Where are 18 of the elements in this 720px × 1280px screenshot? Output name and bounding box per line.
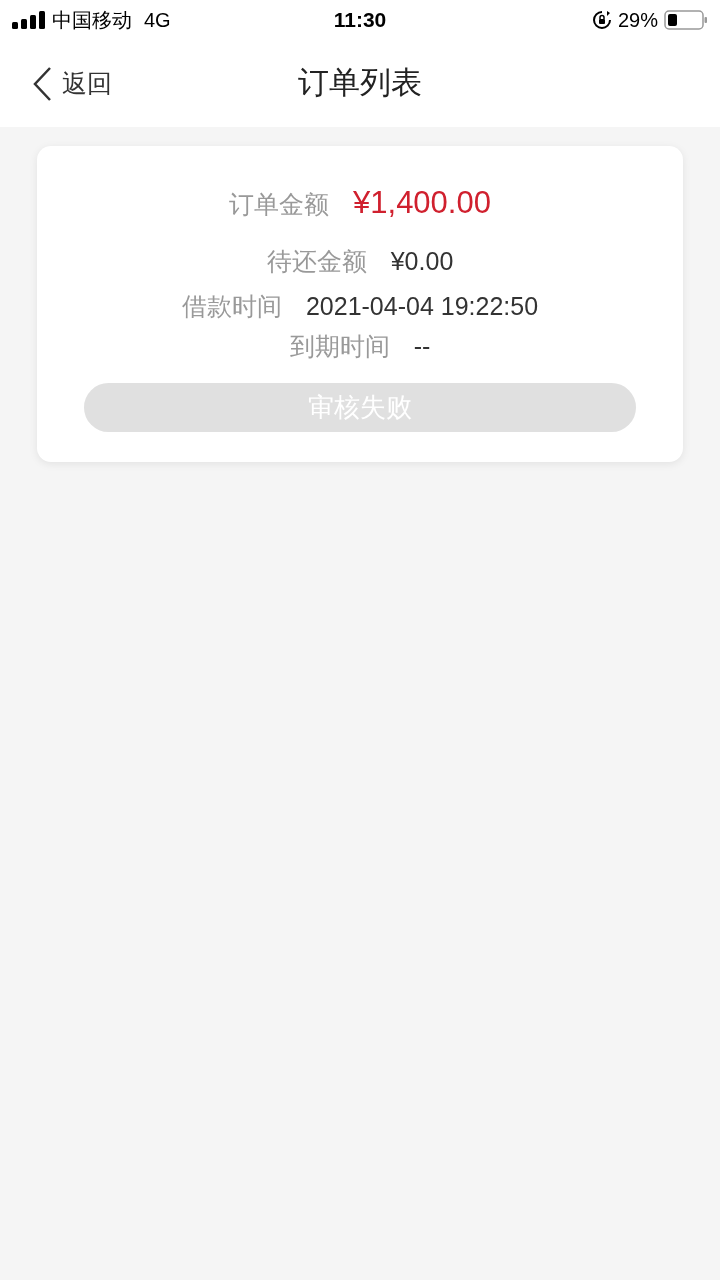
field-value: ¥0.00: [390, 245, 454, 277]
back-button[interactable]: 返回: [32, 64, 112, 103]
field-label: 到期时间: [289, 330, 390, 362]
field-label: 订单金额: [229, 189, 330, 220]
network-type: 4G: [144, 8, 171, 33]
carrier-name: 中国移动: [52, 8, 132, 33]
field-label: 借款时间: [181, 291, 282, 322]
signal-icon: [12, 11, 46, 29]
rotation-lock-icon: [591, 10, 612, 30]
status-time: 11:30: [333, 7, 387, 34]
field-value: 2021-04-04 19:22:50: [305, 291, 539, 322]
field-label: 待还金额: [266, 245, 367, 277]
field-value: --: [413, 330, 431, 362]
field-value: ¥1,400.00: [353, 184, 491, 222]
chevron-left-icon: [32, 65, 52, 102]
page-title: 订单列表: [298, 64, 422, 103]
battery-icon: [664, 10, 708, 30]
battery-percent: 29%: [617, 8, 658, 33]
